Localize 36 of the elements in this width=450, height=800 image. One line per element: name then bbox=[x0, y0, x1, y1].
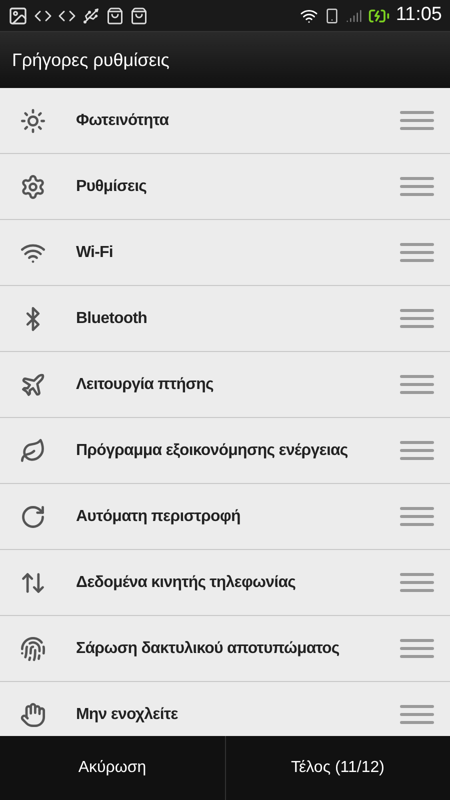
drag-handle-icon[interactable] bbox=[400, 639, 434, 658]
drag-handle-icon[interactable] bbox=[400, 177, 434, 196]
setting-label: Φωτεινότητα bbox=[76, 110, 170, 130]
leaf-icon bbox=[20, 438, 46, 464]
fingerprint-icon bbox=[20, 636, 46, 662]
rotate-icon bbox=[20, 504, 46, 530]
setting-label: Δεδομένα κινητής τηλεφωνίας bbox=[76, 572, 297, 592]
setting-label: Σάρωση δακτυλικού αποτυπώματος bbox=[76, 638, 340, 658]
done-button[interactable]: Τέλος (11/12) bbox=[224, 736, 450, 800]
drag-handle-icon[interactable] bbox=[400, 375, 434, 394]
signal-icon bbox=[346, 8, 362, 24]
shopping-bag-icon bbox=[130, 6, 148, 24]
setting-label: Μην ενοχλείτε bbox=[76, 704, 179, 724]
screen-title: Γρήγορες ρυθμίσεις bbox=[12, 48, 170, 72]
clock-time: 11:05 bbox=[396, 3, 442, 28]
airplane-icon bbox=[20, 372, 46, 398]
setting-label: Bluetooth bbox=[76, 308, 148, 328]
drag-handle-icon[interactable] bbox=[400, 705, 434, 724]
setting-label: Ρυθμίσεις bbox=[76, 176, 148, 196]
sun-icon bbox=[20, 108, 46, 134]
drag-handle-icon[interactable] bbox=[400, 309, 434, 328]
hand-icon bbox=[20, 702, 46, 728]
setting-label: Αυτόματη περιστροφή bbox=[76, 506, 242, 526]
usb-icon bbox=[82, 6, 100, 24]
drag-handle-icon[interactable] bbox=[400, 441, 434, 460]
setting-label: Wi-Fi bbox=[76, 242, 114, 262]
gear-icon bbox=[20, 174, 46, 200]
picture-notification-icon bbox=[8, 6, 28, 26]
drag-handle-icon[interactable] bbox=[400, 507, 434, 526]
drag-handle-icon[interactable] bbox=[400, 111, 434, 130]
setting-label: Πρόγραμμα εξοικονόμησης ενέργειας bbox=[76, 440, 349, 460]
drag-handle-icon[interactable] bbox=[400, 243, 434, 262]
setting-label: Λειτουργία πτήσης bbox=[76, 374, 214, 394]
shopping-bag-icon bbox=[106, 6, 124, 24]
drag-handle-icon[interactable] bbox=[400, 573, 434, 592]
cancel-button[interactable]: Ακύρωση bbox=[0, 736, 224, 800]
